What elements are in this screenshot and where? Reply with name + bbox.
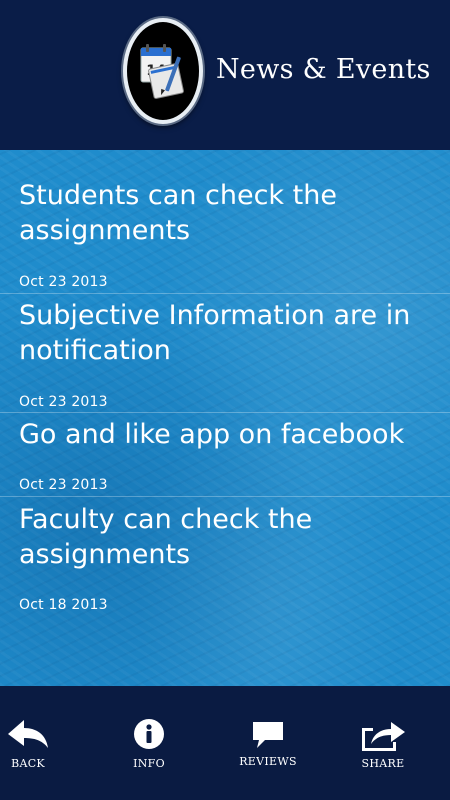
reviews-label: REVIEWS xyxy=(239,755,297,768)
app-header: 14 News & Events xyxy=(0,0,450,150)
speech-bubble-icon xyxy=(253,722,283,748)
back-arrow-icon xyxy=(8,720,48,748)
news-date: Oct 18 2013 xyxy=(19,597,108,613)
info-button[interactable]: INFO xyxy=(99,686,199,800)
divider xyxy=(0,496,450,497)
share-icon xyxy=(362,722,405,751)
share-label: SHARE xyxy=(361,757,405,770)
divider xyxy=(0,293,450,294)
calendar-icon: 14 xyxy=(140,44,184,99)
news-title[interactable]: Students can check the assignments xyxy=(19,178,439,248)
reviews-button[interactable]: REVIEWS xyxy=(218,686,318,800)
back-button[interactable]: BACK xyxy=(0,686,78,800)
news-title[interactable]: Go and like app on facebook xyxy=(19,417,439,452)
back-label: BACK xyxy=(11,757,45,770)
info-icon xyxy=(134,719,164,749)
divider xyxy=(0,412,450,413)
news-title[interactable]: Subjective Information are in notificati… xyxy=(19,298,439,368)
news-title[interactable]: Faculty can check the assignments xyxy=(19,502,439,572)
news-date: Oct 23 2013 xyxy=(19,477,108,493)
news-list[interactable]: Students can check the assignments Oct 2… xyxy=(0,150,450,686)
share-button[interactable]: SHARE xyxy=(333,686,433,800)
page-title: News & Events xyxy=(216,54,431,85)
news-date: Oct 23 2013 xyxy=(19,394,108,410)
bottom-navigation: BACK INFO REVIEWS SHARE xyxy=(0,686,450,800)
news-date: Oct 23 2013 xyxy=(19,274,108,290)
info-label: INFO xyxy=(133,757,165,770)
app-logo: 14 xyxy=(123,18,203,124)
